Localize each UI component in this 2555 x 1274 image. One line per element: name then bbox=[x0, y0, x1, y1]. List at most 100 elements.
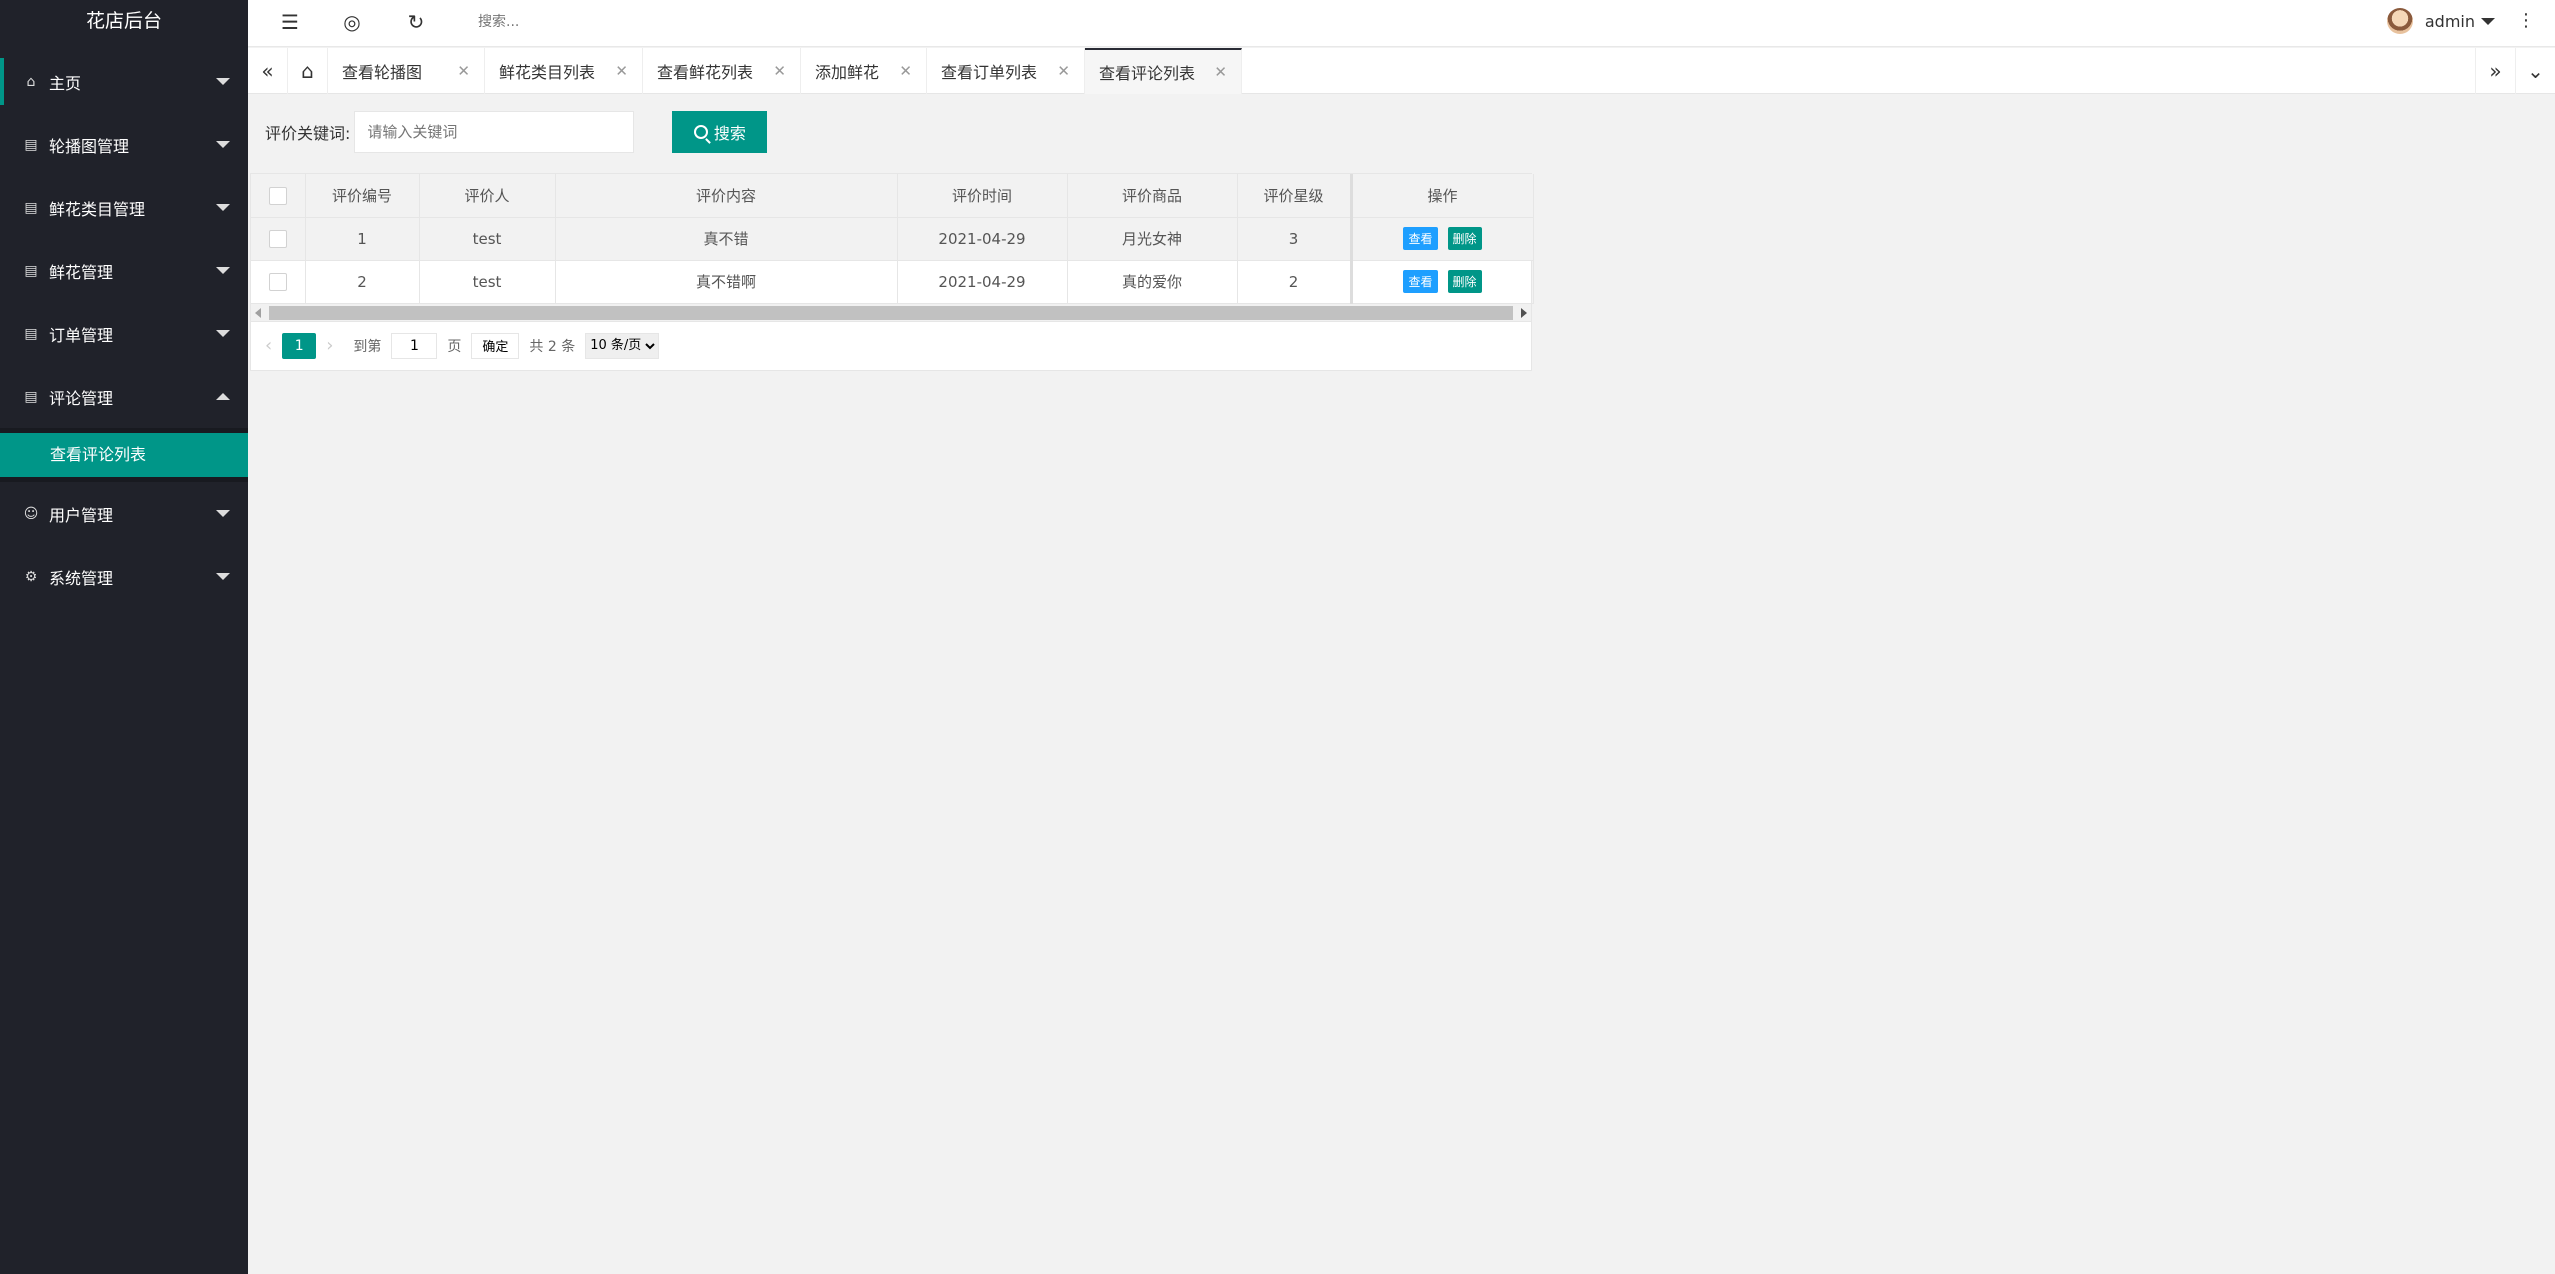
view-button[interactable]: 查看 bbox=[1403, 227, 1438, 250]
tabs-menu-chevron-icon[interactable]: ⌄ bbox=[2515, 48, 2555, 94]
row-select-cell[interactable] bbox=[251, 260, 306, 304]
cell-product: 月光女神 bbox=[1067, 217, 1238, 261]
row-select-cell[interactable] bbox=[251, 217, 306, 261]
cell-id: 1 bbox=[305, 217, 420, 261]
tab-flower-list[interactable]: 查看鲜花列表 ✕ bbox=[643, 48, 801, 94]
search-button[interactable]: 搜索 bbox=[672, 111, 768, 153]
cell-product: 真的爱你 bbox=[1067, 260, 1238, 304]
caret-down-icon bbox=[216, 141, 230, 148]
cell-actions: 查看 删除 bbox=[1349, 217, 1534, 261]
home-tab-icon[interactable]: ⌂ bbox=[288, 48, 328, 94]
column-header[interactable]: 评价商品 bbox=[1067, 174, 1238, 218]
cell-user: test bbox=[419, 217, 556, 261]
keyword-input[interactable] bbox=[354, 111, 635, 153]
user-menu[interactable]: admin bbox=[2386, 8, 2495, 34]
view-button[interactable]: 查看 bbox=[1403, 270, 1438, 293]
header-search-input[interactable] bbox=[478, 10, 738, 34]
page-unit-label: 页 bbox=[447, 338, 462, 355]
cell-time: 2021-04-29 bbox=[897, 260, 1068, 304]
sidebar-item-flowers[interactable]: ▤ 鲜花管理 bbox=[0, 239, 248, 302]
sidebar-item-comments[interactable]: ▤ 评论管理 bbox=[0, 365, 248, 428]
more-vertical-icon[interactable]: ⋮ bbox=[2517, 10, 2535, 31]
sidebar-item-label: 鲜花管理 bbox=[49, 262, 114, 282]
home-icon: ⌂ bbox=[26, 73, 36, 90]
current-page[interactable]: 1 bbox=[282, 332, 317, 359]
column-header[interactable]: 评价人 bbox=[419, 174, 556, 218]
caret-down-icon bbox=[216, 204, 230, 211]
sidebar-subitem-view-comments[interactable]: 查看评论列表 bbox=[0, 433, 248, 477]
app-logo-title: 花店后台 bbox=[85, 10, 162, 32]
sidebar-item-flower-category[interactable]: ▤ 鲜花类目管理 bbox=[0, 176, 248, 239]
column-header[interactable]: 评价编号 bbox=[305, 174, 420, 218]
table-header-row: 评价编号 评价人 评价内容 评价时间 评价商品 评价星级 操作 bbox=[251, 174, 1534, 218]
main-content: 评价关键词: 搜索 评价编号 评价人 评价内容 评价时间 评价商品 评价星级 bbox=[248, 95, 2555, 1274]
goto-confirm-button[interactable]: 确定 bbox=[471, 332, 520, 359]
tab-label: 查看订单列表 bbox=[941, 63, 1038, 82]
collapse-sidebar-icon[interactable]: ☰ bbox=[270, 0, 310, 44]
tab-label: 鲜花类目列表 bbox=[499, 63, 596, 82]
row-checkbox[interactable] bbox=[268, 229, 287, 248]
total-count: 共 2 条 bbox=[529, 338, 576, 355]
avatar bbox=[2386, 8, 2413, 34]
column-header[interactable]: 评价时间 bbox=[897, 174, 1068, 218]
tab-label: 查看鲜花列表 bbox=[657, 63, 754, 82]
close-icon[interactable]: ✕ bbox=[1214, 63, 1227, 81]
column-header[interactable]: 评价内容 bbox=[555, 174, 898, 218]
cell-id: 2 bbox=[305, 260, 420, 304]
prev-page-icon[interactable]: ‹ bbox=[265, 335, 272, 356]
close-icon[interactable]: ✕ bbox=[1057, 62, 1070, 80]
scroll-right-arrow-icon[interactable] bbox=[1521, 307, 1527, 318]
select-all-checkbox[interactable] bbox=[268, 186, 287, 205]
cell-actions: 查看 删除 bbox=[1349, 260, 1534, 304]
goto-page-input[interactable] bbox=[391, 332, 438, 359]
close-icon[interactable]: ✕ bbox=[615, 62, 628, 80]
tabs-scroll-right-icon[interactable]: » bbox=[2475, 48, 2515, 94]
delete-button[interactable]: 删除 bbox=[1447, 227, 1482, 250]
menu-icon: ▤ bbox=[24, 199, 38, 216]
tab-flower-categories[interactable]: 鲜花类目列表 ✕ bbox=[485, 48, 643, 94]
refresh-icon[interactable]: ↻ bbox=[396, 0, 436, 44]
table-row[interactable]: 2 test 真不错啊 2021-04-29 真的爱你 2 查看 删除 bbox=[251, 260, 1534, 304]
sidebar-item-label: 订单管理 bbox=[49, 325, 114, 345]
cell-user: test bbox=[419, 260, 556, 304]
delete-button[interactable]: 删除 bbox=[1447, 270, 1482, 293]
sidebar-submenu-comments: 查看评论列表 bbox=[0, 428, 248, 482]
close-icon[interactable]: ✕ bbox=[457, 62, 470, 80]
caret-down-icon bbox=[216, 330, 230, 337]
sidebar: 花店后台 ⌂ 主页 ▤ 轮播图管理 ▤ 鲜花类目管理 ▤ 鲜花管理 ▤ 订单管理… bbox=[0, 0, 248, 1274]
cell-stars: 2 bbox=[1237, 260, 1352, 304]
sidebar-item-home[interactable]: ⌂ 主页 bbox=[0, 50, 248, 113]
caret-down-icon bbox=[2481, 17, 2495, 25]
cell-content: 真不错 bbox=[555, 217, 898, 261]
select-all-cell[interactable] bbox=[251, 174, 306, 218]
caret-down-icon bbox=[216, 78, 230, 85]
tab-comment-list[interactable]: 查看评论列表 ✕ bbox=[1085, 48, 1242, 94]
search-row: 评价关键词: 搜索 bbox=[265, 111, 768, 153]
close-icon[interactable]: ✕ bbox=[899, 62, 912, 80]
globe-icon[interactable]: ◎ bbox=[332, 0, 372, 44]
horizontal-scrollbar[interactable] bbox=[251, 303, 1531, 322]
cell-time: 2021-04-29 bbox=[897, 217, 1068, 261]
table-row[interactable]: 1 test 真不错 2021-04-29 月光女神 3 查看 删除 bbox=[251, 217, 1534, 261]
close-icon[interactable]: ✕ bbox=[773, 62, 786, 80]
scroll-left-arrow-icon[interactable] bbox=[255, 307, 261, 318]
search-icon bbox=[693, 125, 708, 139]
tab-order-list[interactable]: 查看订单列表 ✕ bbox=[927, 48, 1085, 94]
sidebar-item-users[interactable]: ☺ 用户管理 bbox=[0, 482, 248, 545]
menu-icon: ▤ bbox=[24, 325, 38, 342]
tab-carousel[interactable]: 查看轮播图 ✕ bbox=[328, 48, 485, 94]
column-header[interactable]: 评价星级 bbox=[1237, 174, 1352, 218]
sidebar-item-orders[interactable]: ▤ 订单管理 bbox=[0, 302, 248, 365]
row-checkbox[interactable] bbox=[268, 272, 287, 291]
scrollbar-thumb[interactable] bbox=[269, 305, 1513, 320]
sidebar-item-system[interactable]: ⚙ 系统管理 bbox=[0, 545, 248, 608]
column-header: 操作 bbox=[1349, 174, 1534, 218]
next-page-icon[interactable]: › bbox=[326, 335, 333, 356]
page-size-select[interactable]: 10 条/页 bbox=[585, 332, 660, 359]
sidebar-item-label: 用户管理 bbox=[49, 505, 114, 525]
tabs-scroll-left-icon[interactable]: « bbox=[248, 48, 288, 94]
sidebar-item-label: 系统管理 bbox=[49, 568, 114, 588]
sidebar-item-carousel[interactable]: ▤ 轮播图管理 bbox=[0, 113, 248, 176]
tab-add-flower[interactable]: 添加鲜花 ✕ bbox=[801, 48, 927, 94]
caret-down-icon bbox=[216, 510, 230, 517]
